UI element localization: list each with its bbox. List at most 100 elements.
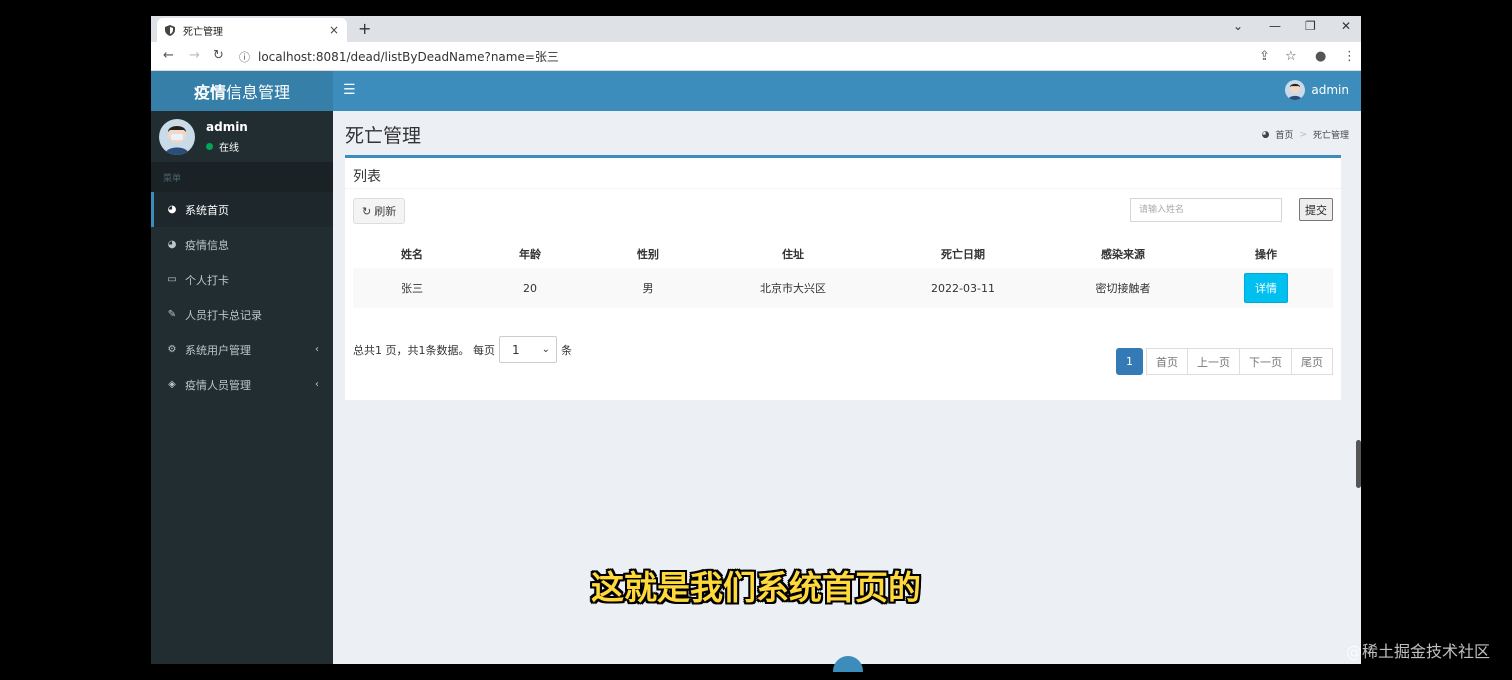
column-header: 住址 [782,248,804,261]
sidebar-item-user-management[interactable]: ⚙ 系统用户管理 ‹ [151,332,333,367]
scrollbar-thumb[interactable] [1356,440,1361,488]
page-last[interactable]: 尾页 [1291,348,1333,375]
column-header: 死亡日期 [941,248,985,261]
logo[interactable]: 疫情 信息管理 [151,71,333,111]
sidebar-item-label: 个人打卡 [185,273,229,287]
cell-death-date: 2022-03-11 [931,281,995,295]
page-prev[interactable]: 上一页 [1187,348,1240,375]
breadcrumb-home[interactable]: 首页 [1275,128,1293,141]
sidebar-item-label: 系统首页 [185,203,229,217]
page-info-suffix: 条 [561,343,572,357]
close-tab-icon[interactable]: × [329,23,339,37]
sidebar-item-label: 疫情信息 [185,238,229,252]
page-info: 总共1 页，共1条数据。 每页 1 ⌄ 条 [353,336,572,363]
avatar [1285,80,1306,100]
refresh-button[interactable]: ↻ 刷新 [353,198,406,224]
menu-header: 菜单 [151,162,333,192]
data-table: 姓名 年龄 性别 住址 死亡日期 感染来源 操作 张三 20 男 北京市大兴区 … [353,240,1333,308]
box-title: 列表 [353,169,381,185]
sidebar-item-personnel-management[interactable]: ◈ 疫情人员管理 ‹ [151,367,333,402]
page-first[interactable]: 首页 [1146,348,1188,375]
logo-bold: 疫情 [193,83,226,102]
breadcrumb-separator: > [1299,129,1307,140]
reload-icon[interactable]: ↻ [213,48,224,63]
cell-age: 20 [523,281,537,295]
dashboard-icon: ◕ [1261,129,1270,140]
star-icon[interactable]: ☆ [1285,49,1297,64]
breadcrumb-current: 死亡管理 [1312,131,1349,141]
profile-icon[interactable]: ● [1315,49,1326,64]
sidebar-toggle-icon[interactable]: ☰ [343,82,356,98]
shield-icon [165,24,175,36]
browser-window: 死亡管理 × + ⌄ — ❐ ✕ ← → ↻ ⓘ localhost:8081/… [151,16,1361,664]
cogs-icon: ⚙ [167,344,177,355]
top-user-menu[interactable]: admin [1285,80,1349,100]
user-status-text: 在线 [219,143,239,154]
table-row: 张三 20 男 北京市大兴区 2022-03-11 密切接触者 详情 [353,268,1333,308]
divider [345,188,1341,189]
column-header: 年龄 [519,248,541,261]
top-user-name: admin [1311,83,1349,97]
sidebar-item-epidemic-info[interactable]: ◕ 疫情信息 [151,227,333,262]
page-next[interactable]: 下一页 [1239,348,1292,375]
column-header: 感染来源 [1101,248,1145,261]
new-tab-icon[interactable]: + [358,19,371,38]
page-title: 死亡管理 [345,125,422,147]
page-current[interactable]: 1 [1116,348,1143,375]
more-icon[interactable]: ⋮ [1343,49,1356,64]
table-header: 姓名 年龄 性别 住址 死亡日期 感染来源 操作 [353,240,1333,268]
list-box: 列表 ↻ 刷新 提交 姓名 年龄 性别 住址 死亡日期 感染来源 [345,155,1341,400]
cell-name: 张三 [401,282,423,295]
cube-icon: ◈ [168,379,176,390]
dashboard-icon: ◕ [167,204,177,215]
url-text: localhost:8081/dead/listByDeadName?name=… [258,50,559,64]
breadcrumb: ◕ 首页 > 死亡管理 [1261,128,1349,142]
page-size-value: 1 [512,342,520,357]
name-search-input[interactable] [1130,198,1282,222]
avatar [159,119,195,155]
dashboard-icon: ◕ [167,239,177,250]
sidebar-item-checkin-records[interactable]: ✎ 人员打卡总记录 [151,297,333,332]
tab-title: 死亡管理 [183,26,223,38]
sidebar-item-label: 系统用户管理 [185,343,251,357]
sidebar-item-checkin[interactable]: ▭ 个人打卡 [151,262,333,297]
page-info-text: 总共1 页，共1条数据。 每页 [353,343,495,357]
share-icon[interactable]: ⇪ [1259,49,1270,64]
url-field[interactable]: ⓘ localhost:8081/dead/listByDeadName?nam… [239,45,1269,68]
top-navbar: ☰ admin [333,71,1361,111]
pagination: 1 首页 上一页 下一页 尾页 [1116,348,1333,375]
detail-button[interactable]: 详情 [1244,273,1288,303]
tab-strip: 死亡管理 × + ⌄ — ❐ ✕ [151,16,1361,42]
sidebar-item-home[interactable]: ◕ 系统首页 [151,192,333,227]
column-header: 性别 [637,248,659,261]
online-dot-icon [206,143,213,150]
cell-gender: 男 [642,282,654,295]
forward-icon[interactable]: → [189,48,200,63]
user-status: 在线 [206,139,239,154]
chevron-down-icon: ⌄ [541,344,550,355]
close-window-icon[interactable]: ✕ [1341,19,1351,33]
chevron-left-icon: ‹ [315,379,319,390]
sidebar-item-label: 人员打卡总记录 [185,308,262,322]
refresh-icon: ↻ [362,204,372,218]
laptop-icon: ▭ [167,274,177,285]
video-subtitle: 这就是我们系统首页的 [591,568,921,607]
cell-infection-source: 密切接触者 [1095,282,1151,295]
chevron-down-icon[interactable]: ⌄ [1233,19,1243,33]
cell-actions: 详情 [1199,273,1333,303]
maximize-icon[interactable]: ❐ [1305,19,1316,33]
watermark: @稀土掘金技术社区 [1345,642,1490,661]
chevron-left-icon: ‹ [315,344,319,355]
cell-address: 北京市大兴区 [760,282,826,295]
back-icon[interactable]: ← [163,48,174,63]
submit-button[interactable]: 提交 [1299,198,1333,221]
edit-icon: ✎ [167,309,177,320]
sidebar-item-label: 疫情人员管理 [185,378,251,392]
column-header: 操作 [1255,248,1277,261]
user-panel: admin 在线 [151,111,333,162]
info-icon[interactable]: ⓘ [239,49,250,65]
page-size-select[interactable]: 1 ⌄ [499,336,557,363]
address-bar: ← → ↻ ⓘ localhost:8081/dead/listByDeadNa… [151,42,1361,71]
minimize-icon[interactable]: — [1269,19,1281,33]
browser-tab[interactable]: 死亡管理 × [157,18,347,42]
